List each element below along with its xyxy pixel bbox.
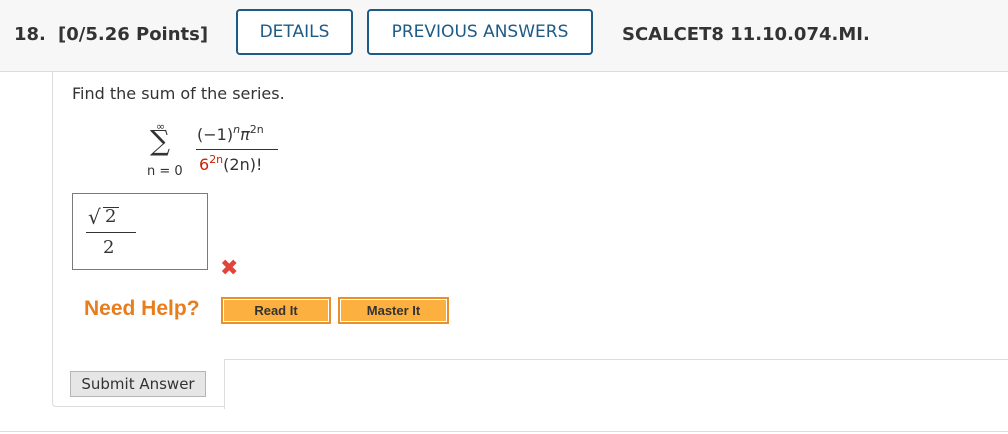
question-prompt: Find the sum of the series. xyxy=(72,84,285,103)
denominator-factorial: (2n)! xyxy=(223,155,263,174)
answer-numerator: 2 xyxy=(105,206,117,227)
answer-fraction-bar xyxy=(86,232,136,233)
master-it-button[interactable]: Master It xyxy=(338,297,449,324)
fraction-bar xyxy=(196,149,278,150)
numerator-exponent-2n: 2n xyxy=(249,123,264,136)
numerator-exponent-n: n xyxy=(233,123,241,136)
previous-answers-button[interactable]: PREVIOUS ANSWERS xyxy=(367,9,593,55)
answer-denominator: 2 xyxy=(103,237,115,258)
submit-answer-button[interactable]: Submit Answer xyxy=(70,371,206,397)
points-score: [0/5.26 Points] xyxy=(58,24,209,45)
need-help-label: Need Help? xyxy=(84,297,200,320)
question-header: 18. [0/5.26 Points] DETAILS PREVIOUS ANS… xyxy=(0,0,1008,72)
submit-area-divider xyxy=(224,359,1008,409)
numerator-pi: π xyxy=(240,125,250,144)
series-denominator: 62n(2n)! xyxy=(199,153,262,174)
question-number: 18. xyxy=(14,24,46,45)
sum-lower-limit: n = 0 xyxy=(147,164,183,179)
wrong-x-icon: ✖ xyxy=(220,256,239,281)
question-id: SCALCET8 11.10.074.MI. xyxy=(622,24,870,45)
answer-radical-sign: √ xyxy=(88,205,101,229)
details-button[interactable]: DETAILS xyxy=(236,9,353,55)
denominator-exponent: 2n xyxy=(209,153,224,166)
bottom-divider xyxy=(0,431,1008,432)
numerator-base: (−1) xyxy=(197,125,234,144)
series-numerator: (−1)nπ2n xyxy=(197,123,264,144)
read-it-button[interactable]: Read It xyxy=(221,297,331,324)
denominator-base: 6 xyxy=(199,155,210,174)
sigma-symbol: ∑ xyxy=(150,124,170,157)
